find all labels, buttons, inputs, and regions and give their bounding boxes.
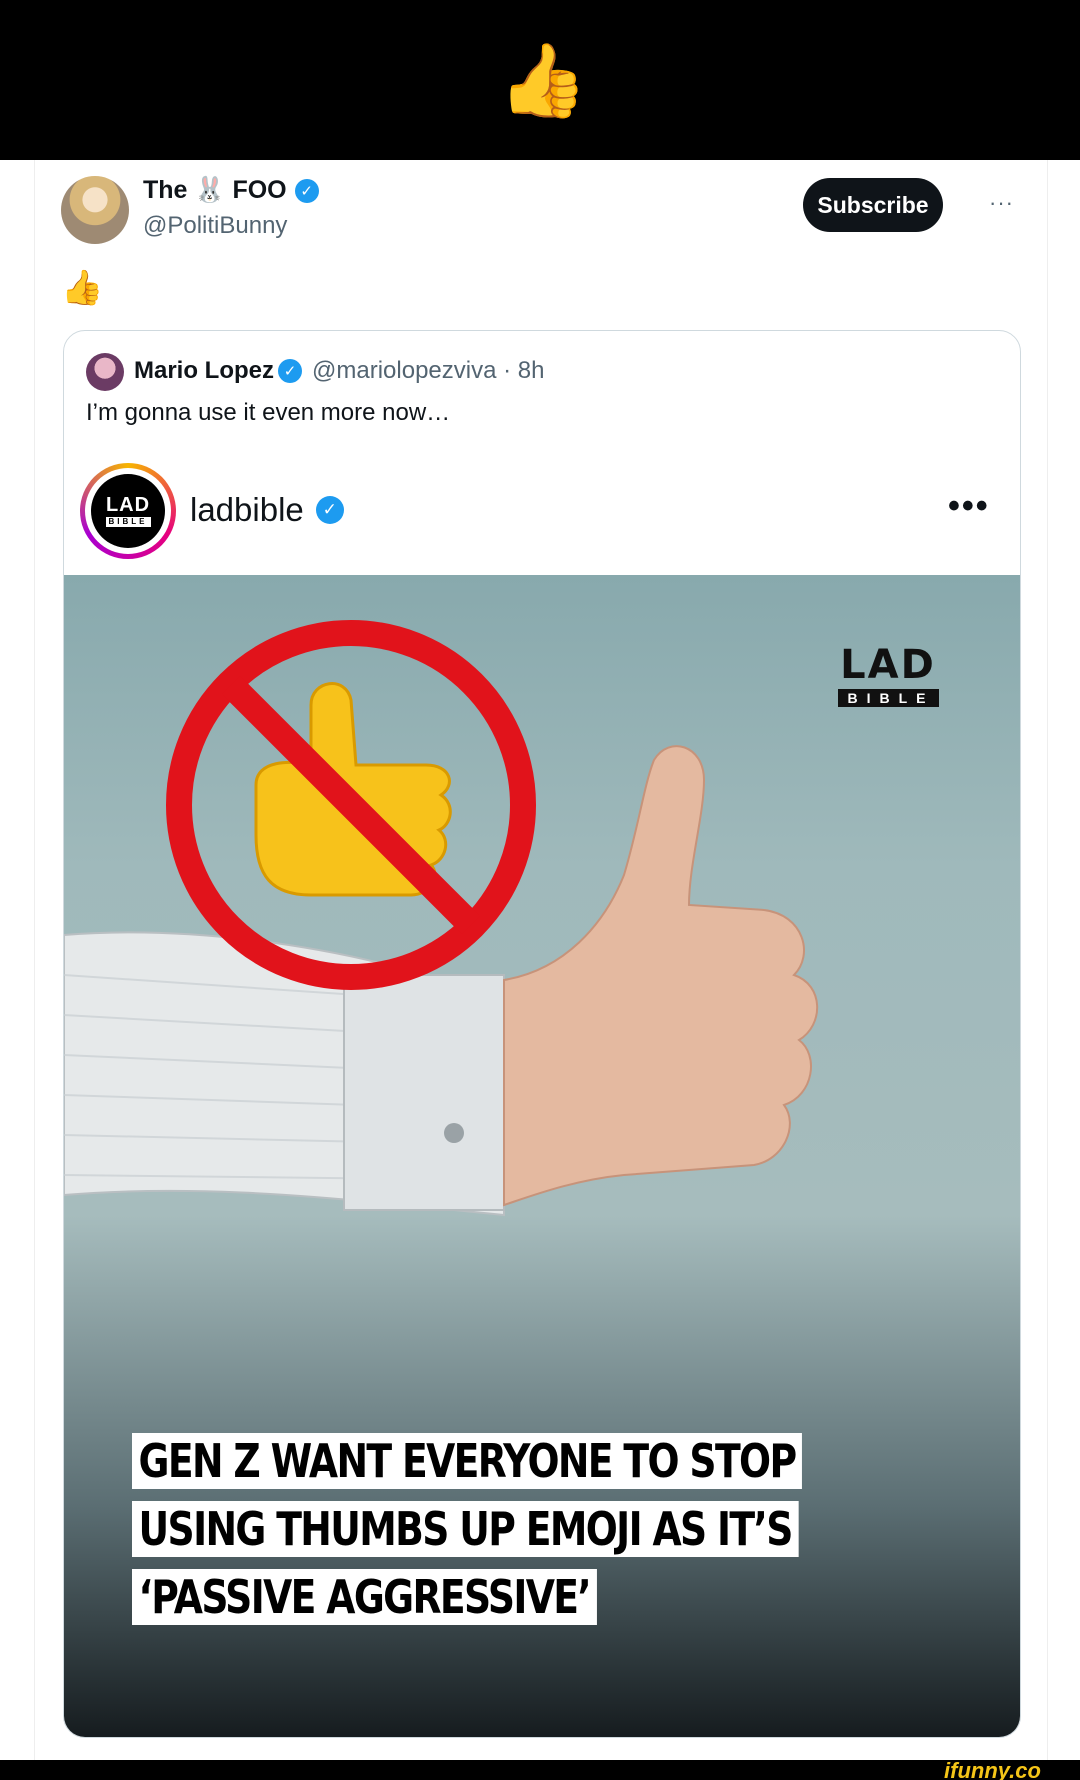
ladbible-logo: LAD BIBLE xyxy=(91,474,165,548)
quoted-author-avatar[interactable] xyxy=(86,353,124,391)
author-name[interactable]: The 🐰 FOO xyxy=(143,176,287,205)
headline-line: GEN Z WANT EVERYONE TO STOP xyxy=(132,1433,803,1489)
embedded-account-name-row[interactable]: ladbible ✓ xyxy=(190,491,344,529)
quoted-author-name[interactable]: Mario Lopez xyxy=(134,357,274,385)
quoted-handle-time[interactable]: @mariolopezviva · 8h xyxy=(312,357,544,385)
quoted-tweet-text: I’m gonna use it even more now… xyxy=(86,399,451,426)
quoted-tweet[interactable]: Mario Lopez ✓ @mariolopezviva · 8h I’m g… xyxy=(63,330,1021,1738)
no-thumbs-up-sign xyxy=(166,620,536,990)
thumbs-up-emoji-icon: 👍 xyxy=(498,38,588,122)
quoted-tweet-header: Mario Lopez ✓ @mariolopezviva · 8h xyxy=(134,357,544,385)
verified-badge-icon: ✓ xyxy=(315,496,344,524)
ifunny-watermark: ifunny.co xyxy=(944,1758,1041,1780)
embedded-more-icon[interactable]: ••• xyxy=(948,487,990,526)
top-banner: 👍 xyxy=(0,0,1080,160)
subscribe-button[interactable]: Subscribe xyxy=(803,178,943,232)
author-avatar[interactable] xyxy=(61,176,129,244)
verified-badge-icon: ✓ xyxy=(278,359,303,383)
bottom-bar xyxy=(0,1760,1080,1780)
embedded-account-name[interactable]: ladbible xyxy=(190,491,304,529)
more-options-icon[interactable]: ··· xyxy=(989,190,1014,216)
embedded-post-header: LAD BIBLE ladbible ✓ ••• xyxy=(64,451,1020,559)
headline-line: ‘PASSIVE AGGRESSIVE’ xyxy=(132,1569,597,1625)
tweet-card[interactable]: The 🐰 FOO ✓ @PolitiBunny Subscribe ··· 👍… xyxy=(34,160,1048,1760)
ladbible-watermark: LAD BIBLE xyxy=(828,645,948,707)
author-handle[interactable]: @PolitiBunny xyxy=(143,212,287,240)
author-name-row[interactable]: The 🐰 FOO ✓ xyxy=(143,176,319,205)
ladbible-story-avatar[interactable]: LAD BIBLE xyxy=(80,463,176,559)
thumbs-up-emoji-icon: 👍 xyxy=(61,268,104,308)
embedded-image[interactable]: LAD BIBLE GEN Z WANT EVERYONE TO STOP US… xyxy=(64,575,1020,1737)
verified-badge-icon: ✓ xyxy=(294,178,319,203)
headline-line: USING THUMBS UP EMOJI AS IT’S xyxy=(132,1501,799,1557)
image-headline: GEN Z WANT EVERYONE TO STOP USING THUMBS… xyxy=(132,1433,949,1637)
